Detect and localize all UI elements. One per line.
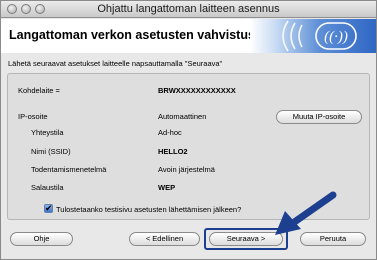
instruction-text: Lähetä seuraavat asetukset laitteelle na… [8, 59, 223, 68]
encryption-label: Salaustila [31, 183, 64, 192]
title-bar[interactable]: Ohjattu langattoman laitteen asennus [1, 1, 376, 18]
encryption-value: WEP [158, 183, 176, 192]
ssid-label: Nimi (SSID) [31, 147, 71, 156]
wireless-banner-graphic: ((·)) [250, 19, 376, 53]
authentication-value: Avoin järjestelmä [158, 165, 215, 174]
target-device-value: BRWXXXXXXXXXXXX [158, 86, 236, 95]
help-button[interactable]: Ohje [10, 232, 73, 246]
window-title: Ohjattu langattoman laitteen asennus [97, 3, 280, 15]
connection-mode-label: Yhteystila [31, 128, 64, 137]
connection-mode-value: Ad-hoc [158, 128, 182, 137]
pointer-arrow-icon [275, 191, 337, 235]
print-test-page-checkbox[interactable]: ✔ [44, 203, 53, 213]
wireless-icon: ((·)) [282, 20, 357, 52]
ip-address-label: IP-osoite [18, 112, 48, 121]
back-button[interactable]: < Edellinen [129, 232, 200, 246]
setup-wizard-window: Ohjattu langattoman laitteen asennus Lan… [0, 0, 377, 260]
checkmark-icon: ✔ [45, 203, 53, 213]
svg-text:((·)): ((·)) [324, 29, 348, 45]
authentication-label: Todentamismenetelmä [31, 165, 107, 174]
print-test-page-label[interactable]: Tulostetaanko testisivu asetusten lähett… [56, 205, 241, 214]
ssid-value: HELLO2 [158, 147, 188, 156]
header-banner: Langattoman verkon asetusten vahvistus (… [1, 19, 376, 53]
page-title: Langattoman verkon asetusten vahvistus [9, 28, 255, 42]
target-device-label: Kohdelaite = [18, 86, 60, 95]
ip-address-value: Automaattinen [158, 112, 207, 121]
change-ip-button[interactable]: Muuta IP-osoite [276, 110, 362, 124]
